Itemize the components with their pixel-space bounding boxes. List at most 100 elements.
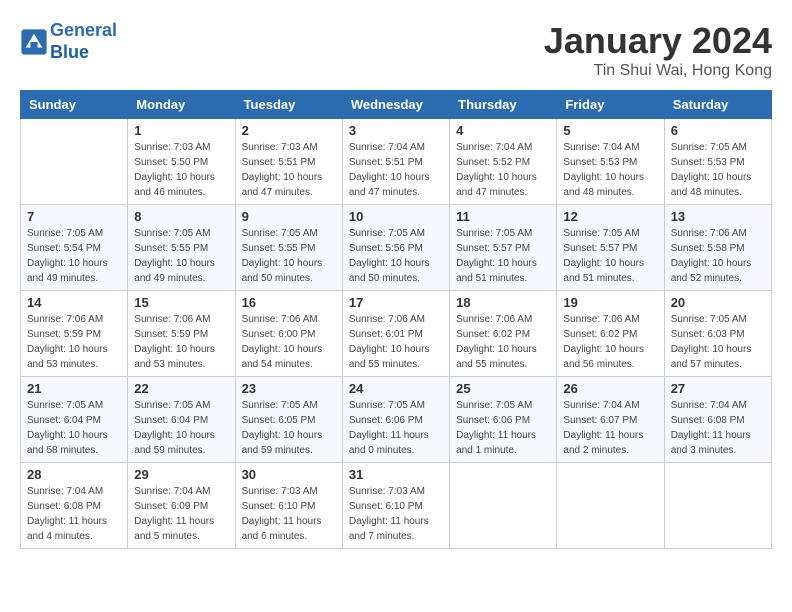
day-info: Sunrise: 7:05 AMSunset: 5:56 PMDaylight:… [349, 226, 443, 286]
weekday-header-thursday: Thursday [450, 91, 557, 119]
day-number: 29 [134, 467, 228, 482]
week-row-5: 28 Sunrise: 7:04 AMSunset: 6:08 PMDayligh… [21, 463, 772, 549]
day-info: Sunrise: 7:04 AMSunset: 6:08 PMDaylight:… [27, 484, 121, 544]
calendar-cell: 31Sunrise: 7:03 AMSunset: 6:10 PMDayligh… [342, 463, 449, 549]
week-row-4: 21 Sunrise: 7:05 AMSunset: 6:04 PMDayligh… [21, 377, 772, 463]
day-info: Sunrise: 7:04 AMSunset: 6:08 PMDaylight:… [671, 398, 765, 458]
weekday-header-sunday: Sunday [21, 91, 128, 119]
day-info: Sunrise: 7:05 AMSunset: 6:06 PMDaylight:… [349, 398, 443, 458]
calendar-cell: 11 Sunrise: 7:05 AMSunset: 5:57 PMDayligh… [450, 205, 557, 291]
day-number: 14 [27, 295, 121, 310]
calendar-cell: 20Sunrise: 7:05 AMSunset: 6:03 PMDayligh… [664, 291, 771, 377]
day-info: Sunrise: 7:03 AMSunset: 6:10 PMDaylight:… [242, 484, 336, 544]
day-info: Sunrise: 7:05 AMSunset: 5:57 PMDaylight:… [563, 226, 657, 286]
calendar-cell: 9Sunrise: 7:05 AMSunset: 5:55 PMDaylight… [235, 205, 342, 291]
calendar-cell: 28 Sunrise: 7:04 AMSunset: 6:08 PMDayligh… [21, 463, 128, 549]
day-number: 27 [671, 381, 765, 396]
title-block: January 2024 Tin Shui Wai, Hong Kong [544, 20, 772, 80]
weekday-header-saturday: Saturday [664, 91, 771, 119]
week-row-1: 1Sunrise: 7:03 AMSunset: 5:50 PMDaylight… [21, 119, 772, 205]
day-info: Sunrise: 7:06 AMSunset: 5:58 PMDaylight:… [671, 226, 765, 286]
day-info: Sunrise: 7:05 AMSunset: 6:04 PMDaylight:… [134, 398, 228, 458]
logo-line2: Blue [50, 42, 89, 62]
day-info: Sunrise: 7:03 AMSunset: 5:50 PMDaylight:… [134, 140, 228, 200]
day-info: Sunrise: 7:06 AMSunset: 5:59 PMDaylight:… [27, 312, 121, 372]
logo-line1: General [50, 20, 117, 40]
calendar-cell: 24 Sunrise: 7:05 AMSunset: 6:06 PMDayligh… [342, 377, 449, 463]
day-number: 12 [563, 209, 657, 224]
day-number: 15 [134, 295, 228, 310]
day-number: 11 [456, 209, 550, 224]
day-info: Sunrise: 7:06 AMSunset: 6:01 PMDaylight:… [349, 312, 443, 372]
day-number: 23 [242, 381, 336, 396]
day-info: Sunrise: 7:06 AMSunset: 6:00 PMDaylight:… [242, 312, 336, 372]
day-info: Sunrise: 7:04 AMSunset: 6:07 PMDaylight:… [563, 398, 657, 458]
calendar-cell: 18 Sunrise: 7:06 AMSunset: 6:02 PMDayligh… [450, 291, 557, 377]
calendar-cell: 16 Sunrise: 7:06 AMSunset: 6:00 PMDayligh… [235, 291, 342, 377]
calendar-cell: 7 Sunrise: 7:05 AMSunset: 5:54 PMDaylight… [21, 205, 128, 291]
day-number: 28 [27, 467, 121, 482]
day-number: 7 [27, 209, 121, 224]
day-number: 26 [563, 381, 657, 396]
day-info: Sunrise: 7:05 AMSunset: 5:55 PMDaylight:… [134, 226, 228, 286]
calendar-cell: 22 Sunrise: 7:05 AMSunset: 6:04 PMDayligh… [128, 377, 235, 463]
weekday-header-monday: Monday [128, 91, 235, 119]
day-number: 10 [349, 209, 443, 224]
day-number: 2 [242, 123, 336, 138]
calendar-cell [557, 463, 664, 549]
calendar-cell: 1Sunrise: 7:03 AMSunset: 5:50 PMDaylight… [128, 119, 235, 205]
day-number: 5 [563, 123, 657, 138]
day-number: 3 [349, 123, 443, 138]
week-row-3: 14 Sunrise: 7:06 AMSunset: 5:59 PMDayligh… [21, 291, 772, 377]
day-number: 9 [242, 209, 336, 224]
day-number: 31 [349, 467, 443, 482]
day-info: Sunrise: 7:04 AMSunset: 5:53 PMDaylight:… [563, 140, 657, 200]
calendar-cell: 27 Sunrise: 7:04 AMSunset: 6:08 PMDayligh… [664, 377, 771, 463]
day-number: 17 [349, 295, 443, 310]
calendar-cell [664, 463, 771, 549]
calendar-cell: 15 Sunrise: 7:06 AMSunset: 5:59 PMDayligh… [128, 291, 235, 377]
month-title: January 2024 [544, 20, 772, 62]
weekday-header-friday: Friday [557, 91, 664, 119]
calendar-cell: 30 Sunrise: 7:03 AMSunset: 6:10 PMDayligh… [235, 463, 342, 549]
day-info: Sunrise: 7:04 AMSunset: 5:51 PMDaylight:… [349, 140, 443, 200]
calendar-cell: 6 Sunrise: 7:05 AMSunset: 5:53 PMDaylight… [664, 119, 771, 205]
calendar-cell: 10 Sunrise: 7:05 AMSunset: 5:56 PMDayligh… [342, 205, 449, 291]
logo: General Blue [20, 20, 117, 63]
calendar-cell: 13 Sunrise: 7:06 AMSunset: 5:58 PMDayligh… [664, 205, 771, 291]
calendar-cell: 2Sunrise: 7:03 AMSunset: 5:51 PMDaylight… [235, 119, 342, 205]
calendar-table: SundayMondayTuesdayWednesdayThursdayFrid… [20, 90, 772, 549]
day-number: 30 [242, 467, 336, 482]
day-info: Sunrise: 7:05 AMSunset: 6:05 PMDaylight:… [242, 398, 336, 458]
calendar-cell: 5 Sunrise: 7:04 AMSunset: 5:53 PMDaylight… [557, 119, 664, 205]
day-info: Sunrise: 7:05 AMSunset: 6:06 PMDaylight:… [456, 398, 550, 458]
weekday-header-tuesday: Tuesday [235, 91, 342, 119]
calendar-cell: 3 Sunrise: 7:04 AMSunset: 5:51 PMDaylight… [342, 119, 449, 205]
calendar-cell [450, 463, 557, 549]
day-number: 16 [242, 295, 336, 310]
day-info: Sunrise: 7:05 AMSunset: 5:54 PMDaylight:… [27, 226, 121, 286]
day-info: Sunrise: 7:06 AMSunset: 5:59 PMDaylight:… [134, 312, 228, 372]
day-info: Sunrise: 7:05 AMSunset: 5:57 PMDaylight:… [456, 226, 550, 286]
day-number: 22 [134, 381, 228, 396]
day-info: Sunrise: 7:06 AMSunset: 6:02 PMDaylight:… [456, 312, 550, 372]
logo-icon [20, 28, 48, 56]
day-info: Sunrise: 7:06 AMSunset: 6:02 PMDaylight:… [563, 312, 657, 372]
day-number: 19 [563, 295, 657, 310]
day-info: Sunrise: 7:05 AMSunset: 6:04 PMDaylight:… [27, 398, 121, 458]
day-number: 13 [671, 209, 765, 224]
calendar-cell: 19 Sunrise: 7:06 AMSunset: 6:02 PMDayligh… [557, 291, 664, 377]
location-title: Tin Shui Wai, Hong Kong [544, 62, 772, 80]
day-info: Sunrise: 7:04 AMSunset: 5:52 PMDaylight:… [456, 140, 550, 200]
week-row-2: 7 Sunrise: 7:05 AMSunset: 5:54 PMDaylight… [21, 205, 772, 291]
calendar-cell: 12 Sunrise: 7:05 AMSunset: 5:57 PMDayligh… [557, 205, 664, 291]
day-number: 18 [456, 295, 550, 310]
day-number: 21 [27, 381, 121, 396]
calendar-cell: 26 Sunrise: 7:04 AMSunset: 6:07 PMDayligh… [557, 377, 664, 463]
day-info: Sunrise: 7:05 AMSunset: 5:53 PMDaylight:… [671, 140, 765, 200]
day-number: 6 [671, 123, 765, 138]
weekday-header-row: SundayMondayTuesdayWednesdayThursdayFrid… [21, 91, 772, 119]
weekday-header-wednesday: Wednesday [342, 91, 449, 119]
logo-text: General Blue [50, 20, 117, 63]
day-number: 24 [349, 381, 443, 396]
